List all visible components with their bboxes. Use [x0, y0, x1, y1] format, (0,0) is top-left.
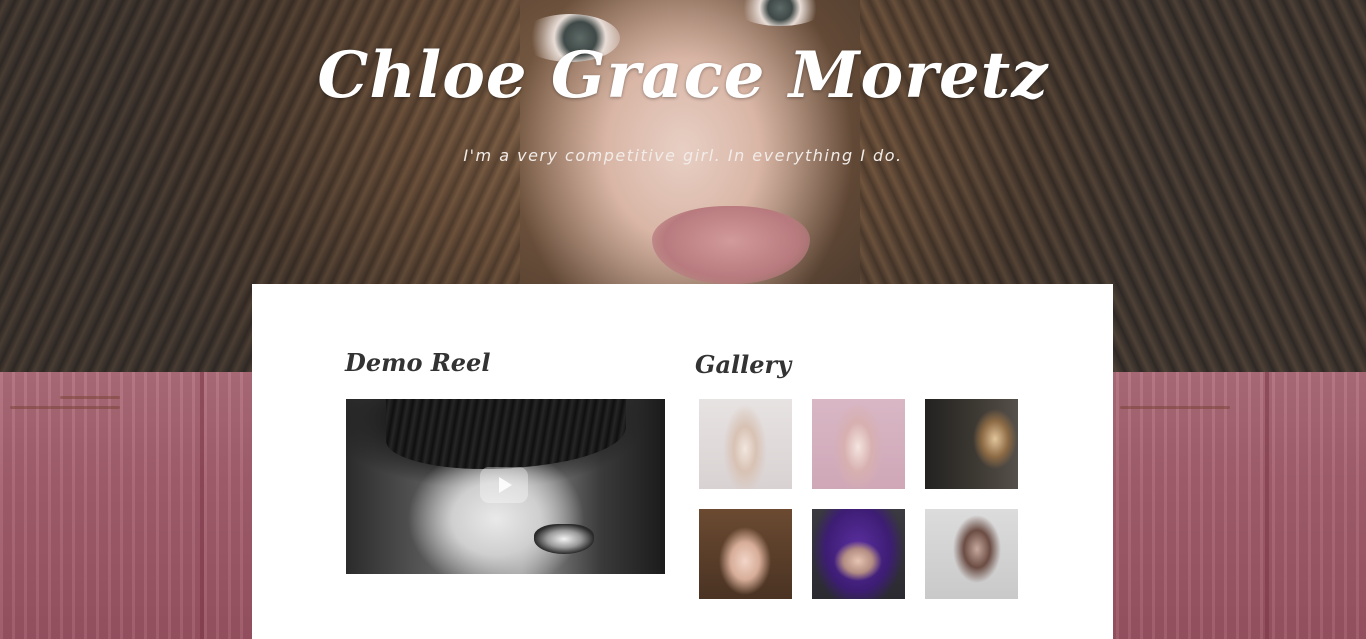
demo-reel-video[interactable] — [346, 399, 665, 574]
demo-reel-heading: Demo Reel — [345, 348, 491, 377]
hero-eye-right — [735, 0, 825, 26]
rust-streak — [1120, 406, 1230, 409]
site-tagline: I'm a very competitive girl. In everythi… — [463, 146, 903, 165]
play-button[interactable] — [480, 467, 528, 503]
panel-seam — [200, 372, 204, 639]
rust-streak — [10, 406, 120, 409]
gallery-thumbnail[interactable] — [925, 509, 1018, 599]
video-still-mouth — [534, 524, 594, 554]
gallery-thumbnail[interactable] — [812, 399, 905, 489]
gallery-heading: Gallery — [695, 350, 792, 379]
play-icon — [499, 477, 512, 493]
site-title: Chloe Grace Moretz — [317, 38, 1049, 113]
panel-seam — [1265, 372, 1269, 639]
gallery-thumbnail[interactable] — [925, 399, 1018, 489]
gallery-thumbnail[interactable] — [812, 509, 905, 599]
video-still-hair — [386, 399, 626, 469]
gallery-thumbnail[interactable] — [699, 399, 792, 489]
rust-streak — [60, 396, 120, 399]
gallery-thumbnail[interactable] — [699, 509, 792, 599]
content-card: Demo Reel Gallery — [252, 284, 1113, 639]
hero-lips — [652, 206, 810, 284]
